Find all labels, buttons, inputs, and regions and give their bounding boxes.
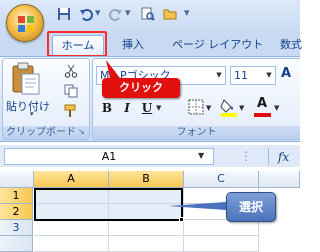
redo-dropdown-icon[interactable]: ▾ bbox=[125, 6, 131, 19]
clipboard-launcher-icon[interactable]: ↘ bbox=[78, 127, 85, 136]
open-folder-icon[interactable] bbox=[162, 6, 178, 22]
fill-color-icon[interactable] bbox=[220, 97, 238, 120]
font-name-dropdown-icon[interactable]: ▼ bbox=[213, 67, 225, 84]
row-header-3[interactable]: 3 bbox=[0, 220, 33, 236]
font-size-value: 11 bbox=[234, 69, 248, 82]
font-color-button[interactable]: A bbox=[254, 96, 272, 118]
column-header-d[interactable] bbox=[259, 171, 300, 188]
cell[interactable] bbox=[34, 220, 109, 236]
italic-button[interactable]: I bbox=[117, 98, 137, 118]
save-icon[interactable] bbox=[56, 6, 72, 22]
undo-icon[interactable] bbox=[78, 6, 94, 22]
font-size-dropdown-icon[interactable]: ▼ bbox=[263, 67, 275, 84]
paste-icon[interactable] bbox=[10, 62, 42, 96]
column-header-c[interactable]: C bbox=[184, 171, 259, 188]
column-header-a[interactable]: A bbox=[34, 171, 109, 188]
home-tab-highlight bbox=[47, 31, 107, 57]
font-color-dropdown-icon[interactable]: ▼ bbox=[274, 104, 279, 112]
select-callout: 選択 bbox=[226, 192, 276, 222]
cell-selection-range[interactable] bbox=[34, 188, 183, 221]
borders-icon[interactable] bbox=[188, 99, 204, 118]
underline-dropdown-icon[interactable]: ▼ bbox=[156, 104, 161, 112]
insert-function-button[interactable]: fx bbox=[268, 148, 298, 165]
paste-button-label[interactable]: 貼り付け bbox=[6, 98, 50, 114]
fill-color-dropdown-icon[interactable]: ▼ bbox=[239, 104, 244, 112]
row-header-2[interactable]: 2 bbox=[0, 204, 33, 220]
tab-page-layout[interactable]: ページ レイアウト bbox=[172, 35, 263, 56]
paste-dropdown-icon[interactable]: ▾ bbox=[30, 110, 34, 118]
click-callout: クリック bbox=[102, 78, 180, 98]
tab-formulas[interactable]: 数式 bbox=[280, 35, 302, 56]
redo-icon[interactable] bbox=[108, 6, 124, 22]
name-box-dropdown-icon[interactable]: ▼ bbox=[198, 151, 204, 160]
grow-font-icon[interactable]: A bbox=[281, 66, 299, 85]
undo-dropdown-icon[interactable]: ▾ bbox=[95, 6, 101, 19]
format-painter-icon[interactable] bbox=[64, 104, 78, 121]
tab-insert[interactable]: 挿入 bbox=[122, 35, 144, 56]
font-group-title: フォント bbox=[93, 126, 300, 139]
cut-icon[interactable] bbox=[64, 64, 78, 81]
select-all-corner[interactable] bbox=[0, 171, 34, 188]
font-size-combo[interactable]: 11 ▼ bbox=[230, 66, 276, 85]
customize-qat-icon[interactable]: ▾ bbox=[184, 6, 190, 19]
borders-dropdown-icon[interactable]: ▼ bbox=[206, 104, 211, 112]
formula-bar-grip-icon: ⋮ bbox=[240, 149, 252, 163]
cell[interactable] bbox=[109, 220, 184, 236]
clipboard-group-title: クリップボード bbox=[3, 126, 89, 139]
fill-handle[interactable] bbox=[179, 217, 184, 222]
cell[interactable] bbox=[184, 220, 259, 236]
font-color-swatch bbox=[254, 113, 271, 117]
bold-button[interactable]: B bbox=[97, 98, 117, 118]
select-callout-pointer bbox=[168, 200, 228, 215]
office-button[interactable] bbox=[6, 4, 44, 42]
font-color-glyph: A bbox=[257, 96, 268, 111]
column-header-b[interactable]: B bbox=[109, 171, 184, 188]
row-header-1[interactable]: 1 bbox=[0, 188, 33, 204]
print-preview-icon[interactable] bbox=[140, 6, 156, 22]
copy-icon[interactable] bbox=[64, 84, 78, 101]
office-logo-icon bbox=[18, 16, 34, 32]
underline-button[interactable]: U bbox=[137, 98, 157, 118]
name-box[interactable]: A1 bbox=[4, 148, 214, 165]
